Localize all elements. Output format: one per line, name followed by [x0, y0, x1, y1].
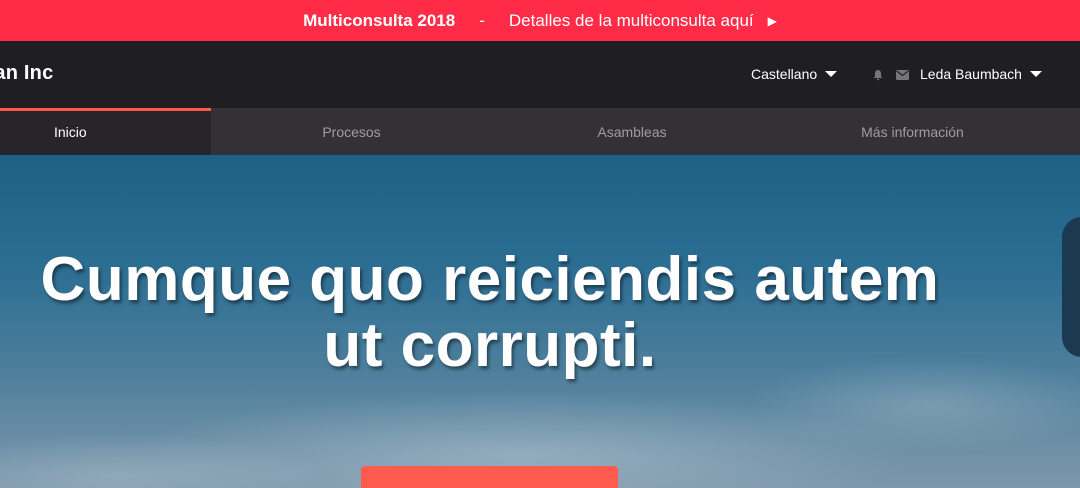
- user-name: Leda Baumbach: [920, 66, 1022, 82]
- language-selector[interactable]: Castellano: [751, 66, 838, 82]
- hero-background-figure: [1062, 217, 1080, 357]
- nav-item-inicio[interactable]: Inicio: [0, 108, 211, 155]
- nav-item-label: Inicio: [54, 123, 87, 140]
- mail-icon[interactable]: [896, 70, 909, 80]
- nav-item-label: Procesos: [322, 123, 381, 140]
- caret-down-icon: [825, 71, 838, 77]
- hero-cta-button[interactable]: [361, 466, 618, 488]
- nav-item-label: Más información: [861, 123, 964, 140]
- top-header: han Inc Castellano Leda Baumbach: [0, 41, 1080, 108]
- hero-banner: Cumque quo reiciendis autem ut corrupti.: [0, 155, 1080, 488]
- main-navigation: Inicio Procesos Asambleas Más informació…: [0, 108, 1080, 155]
- hero-headline: Cumque quo reiciendis autem ut corrupti.: [40, 245, 940, 380]
- announcement-link[interactable]: Detalles de la multiconsulta aquí: [509, 11, 754, 31]
- organization-name[interactable]: han Inc: [0, 62, 53, 85]
- language-label: Castellano: [751, 66, 818, 82]
- nav-item-procesos[interactable]: Procesos: [211, 108, 492, 155]
- announcement-title: Multiconsulta 2018: [303, 10, 456, 30]
- bell-icon[interactable]: [872, 69, 884, 81]
- nav-item-asambleas[interactable]: Asambleas: [492, 108, 772, 155]
- play-arrow-icon[interactable]: ▶: [768, 14, 777, 28]
- user-menu[interactable]: Leda Baumbach: [920, 66, 1042, 82]
- announcement-separator: -: [479, 10, 485, 30]
- announcement-bar: Multiconsulta 2018 - Detalles de la mult…: [0, 0, 1080, 41]
- nav-item-label: Asambleas: [597, 123, 667, 140]
- caret-down-icon: [1029, 71, 1042, 77]
- nav-item-mas-informacion[interactable]: Más información: [772, 108, 1053, 155]
